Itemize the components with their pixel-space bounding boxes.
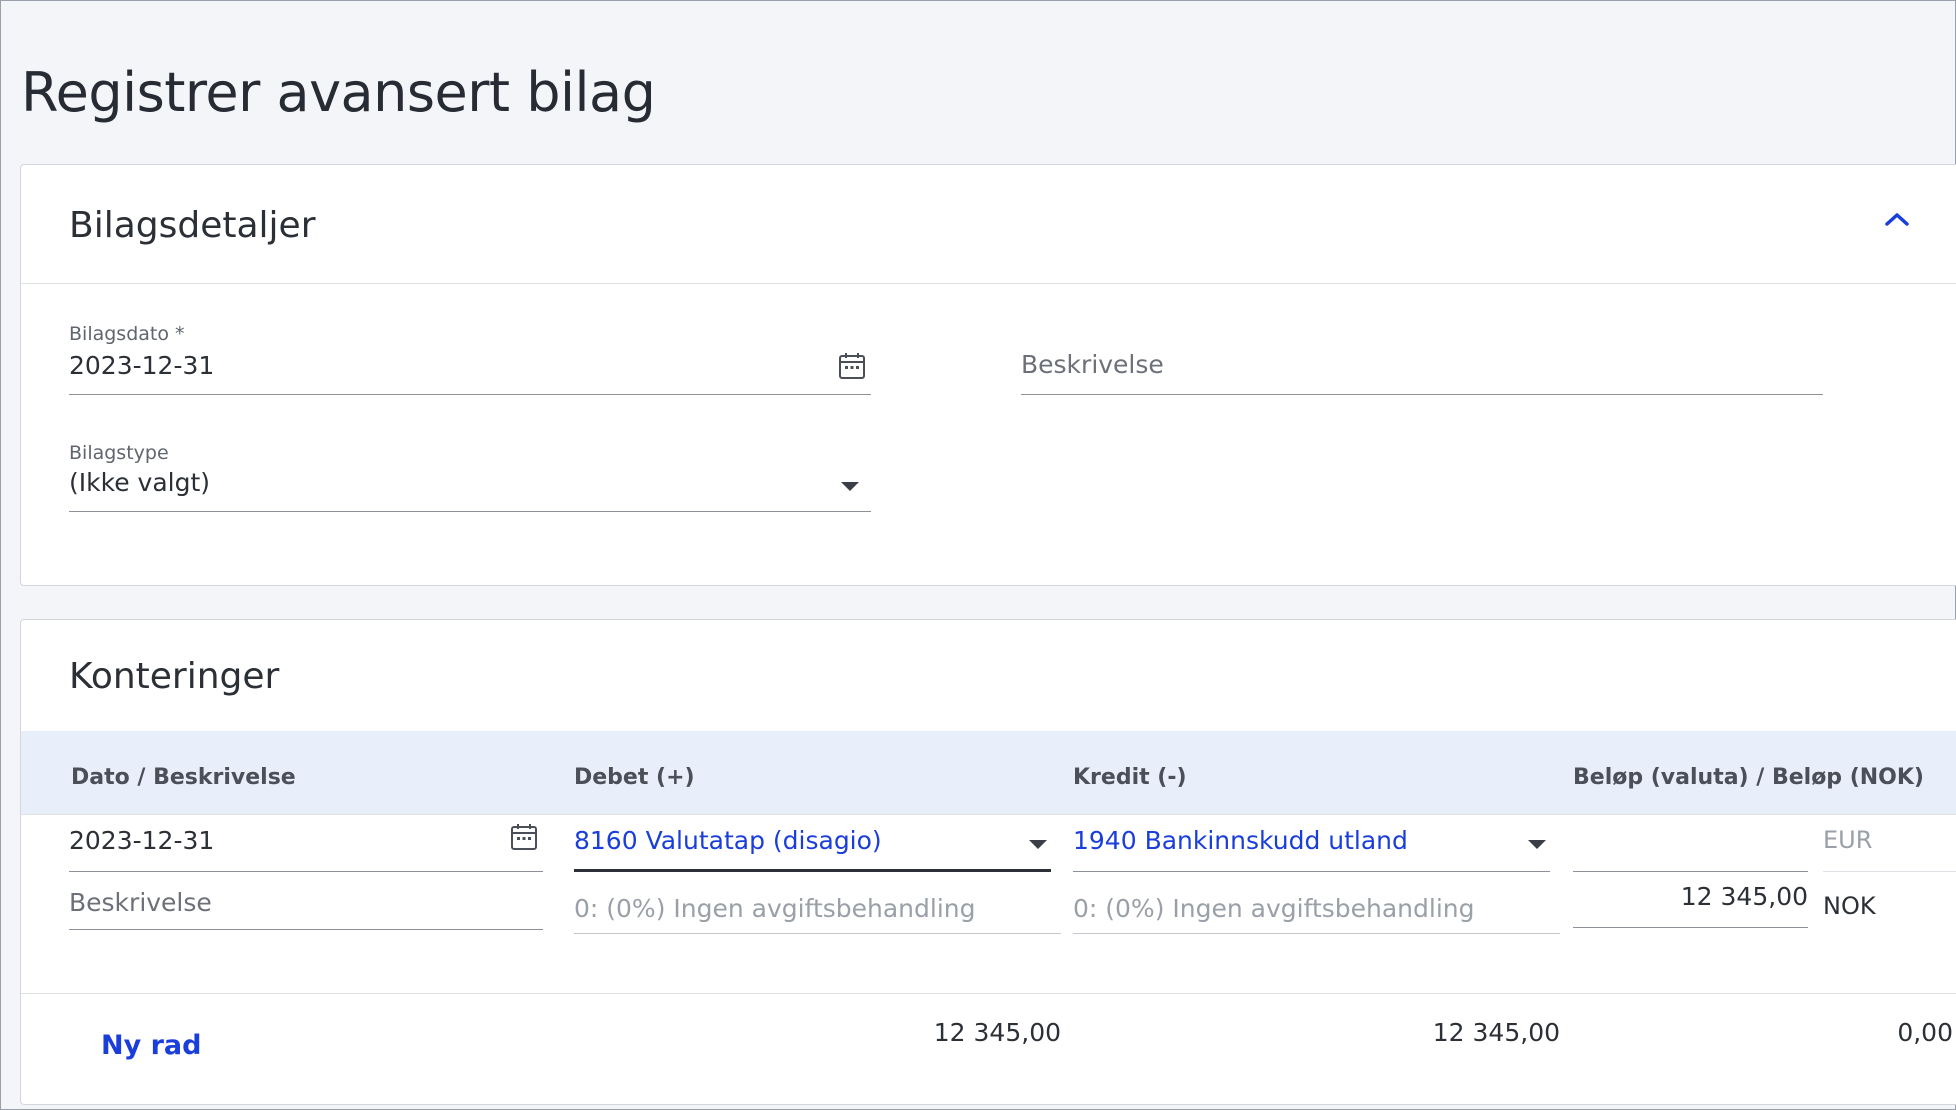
credit-vat-underline	[1073, 932, 1560, 934]
details-card: Bilagsdetaljer Bilagsdato * 2023-12-31 B…	[20, 164, 1956, 586]
details-header[interactable]: Bilagsdetaljer	[21, 165, 1956, 284]
col-date-description: Dato / Beskrivelse	[71, 765, 296, 790]
details-title: Bilagsdetaljer	[69, 205, 316, 246]
voucher-type-select[interactable]: Bilagstype (Ikke valgt)	[69, 442, 871, 512]
credit-vat-value[interactable]: 0: (0%) Ingen avgiftsbehandling	[1073, 894, 1560, 923]
credit-account-select[interactable]: 1940 Bankinnskudd utland	[1073, 826, 1550, 872]
row-description-underline	[69, 928, 543, 930]
row-date-field[interactable]: 2023-12-31	[69, 824, 543, 872]
nok-amount-input[interactable]: 12 345,00	[1573, 882, 1808, 928]
description-underline	[1021, 393, 1823, 395]
debit-dropdown-arrow-icon[interactable]	[1029, 840, 1047, 849]
total-credit: 12 345,00	[1432, 1018, 1560, 1047]
currency-code-field: EUR	[1823, 826, 1956, 872]
dropdown-arrow-icon[interactable]	[841, 482, 859, 491]
voucher-type-underline	[69, 510, 871, 512]
voucher-date-value[interactable]: 2023-12-31	[69, 351, 871, 380]
table-header: Dato / Beskrivelse Debet (+) Kredit (-) …	[21, 731, 1956, 815]
row-description-field[interactable]: Beskrivelse	[69, 888, 543, 930]
voucher-date-field[interactable]: Bilagsdato * 2023-12-31	[69, 323, 871, 395]
debit-account-select[interactable]: 8160 Valutatap (disagio)	[574, 826, 1051, 872]
new-row-button[interactable]: Ny rad	[101, 1030, 201, 1061]
credit-account-underline	[1073, 870, 1550, 872]
voucher-date-underline	[69, 393, 871, 395]
postings-title: Konteringer	[69, 656, 280, 697]
row-date-value[interactable]: 2023-12-31	[69, 826, 543, 855]
total-debit: 12 345,00	[933, 1018, 1061, 1047]
currency-amount-underline	[1573, 870, 1808, 872]
postings-card: Konteringer Dato / Beskrivelse Debet (+)…	[20, 619, 1956, 1105]
debit-account-underline	[574, 869, 1051, 872]
credit-account-value[interactable]: 1940 Bankinnskudd utland	[1073, 826, 1550, 855]
description-placeholder: Beskrivelse	[1021, 350, 1164, 379]
description-field[interactable]: Beskrivelse	[1021, 350, 1823, 395]
row-date-underline	[69, 870, 543, 872]
debit-vat-select[interactable]: 0: (0%) Ingen avgiftsbehandling	[574, 894, 1061, 934]
nok-code: NOK	[1823, 892, 1876, 920]
collapse-button[interactable]	[1877, 201, 1917, 241]
credit-vat-select[interactable]: 0: (0%) Ingen avgiftsbehandling	[1073, 894, 1560, 934]
currency-code: EUR	[1823, 826, 1873, 854]
col-credit: Kredit (-)	[1073, 765, 1187, 790]
table-row: 2023-12-31 Beskrivelse 8160 Valutatap (d…	[21, 816, 1956, 994]
currency-code-underline	[1823, 871, 1956, 872]
row-calendar-icon[interactable]	[505, 818, 543, 856]
col-debit: Debet (+)	[574, 765, 695, 790]
credit-dropdown-arrow-icon[interactable]	[1528, 840, 1546, 849]
debit-vat-underline	[574, 932, 1061, 934]
col-amount: Beløp (valuta) / Beløp (NOK)	[1573, 765, 1924, 790]
debit-vat-value[interactable]: 0: (0%) Ingen avgiftsbehandling	[574, 894, 1061, 923]
row-description-placeholder: Beskrivelse	[69, 888, 212, 917]
nok-amount-value[interactable]: 12 345,00	[1573, 882, 1808, 911]
page-title: Registrer avansert bilag	[21, 61, 656, 124]
voucher-type-label: Bilagstype	[69, 442, 169, 464]
total-balance: 0,00	[1897, 1018, 1953, 1047]
voucher-date-label: Bilagsdato *	[69, 323, 185, 345]
nok-amount-underline	[1573, 926, 1808, 928]
nok-code-field: NOK	[1823, 892, 1876, 920]
voucher-type-value[interactable]: (Ikke valgt)	[69, 468, 871, 497]
calendar-icon[interactable]	[833, 347, 871, 385]
chevron-up-icon	[1883, 210, 1911, 232]
debit-account-value[interactable]: 8160 Valutatap (disagio)	[574, 826, 1051, 855]
currency-amount-input[interactable]	[1573, 826, 1808, 872]
